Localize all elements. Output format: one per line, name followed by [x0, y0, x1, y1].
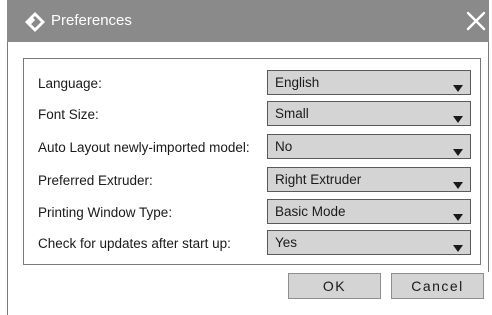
language-label: Language: [38, 76, 102, 91]
setting-row-preferred-extruder: Preferred Extruder: Right Extruder [24, 167, 480, 193]
close-icon[interactable] [464, 9, 488, 33]
chevron-down-icon [453, 208, 463, 221]
language-select[interactable]: English [267, 70, 471, 95]
preferences-dialog: Preferences Language: English Font Size:… [0, 0, 492, 315]
chevron-down-icon [453, 110, 463, 123]
setting-row-auto-layout: Auto Layout newly-imported model: No [24, 134, 480, 160]
font-size-select[interactable]: Small [267, 101, 471, 126]
setting-row-language: Language: English [24, 70, 480, 96]
printing-window-type-select[interactable]: Basic Mode [267, 199, 471, 224]
ok-button[interactable]: OK [288, 273, 381, 299]
check-updates-value: Yes [275, 235, 298, 250]
font-size-label: Font Size: [38, 107, 99, 122]
preferred-extruder-label: Preferred Extruder: [38, 173, 153, 188]
app-logo-icon [24, 11, 46, 33]
auto-layout-label: Auto Layout newly-imported model: [38, 140, 250, 155]
setting-row-font-size: Font Size: Small [24, 101, 480, 127]
dialog-left-border [7, 40, 8, 315]
auto-layout-value: No [275, 139, 293, 154]
setting-row-printing-window-type: Printing Window Type: Basic Mode [24, 199, 480, 225]
chevron-down-icon [453, 79, 463, 92]
printing-window-type-value: Basic Mode [275, 204, 346, 219]
language-value: English [275, 75, 320, 90]
preferred-extruder-select[interactable]: Right Extruder [267, 167, 471, 192]
settings-panel: Language: English Font Size: Small Auto … [23, 58, 481, 265]
font-size-value: Small [275, 106, 309, 121]
chevron-down-icon [453, 176, 463, 189]
dialog-right-border [488, 40, 489, 272]
title-bar: Preferences [7, 0, 489, 42]
preferred-extruder-value: Right Extruder [275, 172, 362, 187]
check-updates-label: Check for updates after start up: [38, 236, 231, 251]
cancel-button[interactable]: Cancel [391, 273, 484, 299]
chevron-down-icon [453, 239, 463, 252]
check-updates-select[interactable]: Yes [267, 230, 471, 255]
dialog-title: Preferences [51, 12, 132, 29]
setting-row-check-updates: Check for updates after start up: Yes [24, 230, 480, 256]
auto-layout-select[interactable]: No [267, 134, 471, 159]
chevron-down-icon [453, 143, 463, 156]
printing-window-type-label: Printing Window Type: [38, 205, 173, 220]
